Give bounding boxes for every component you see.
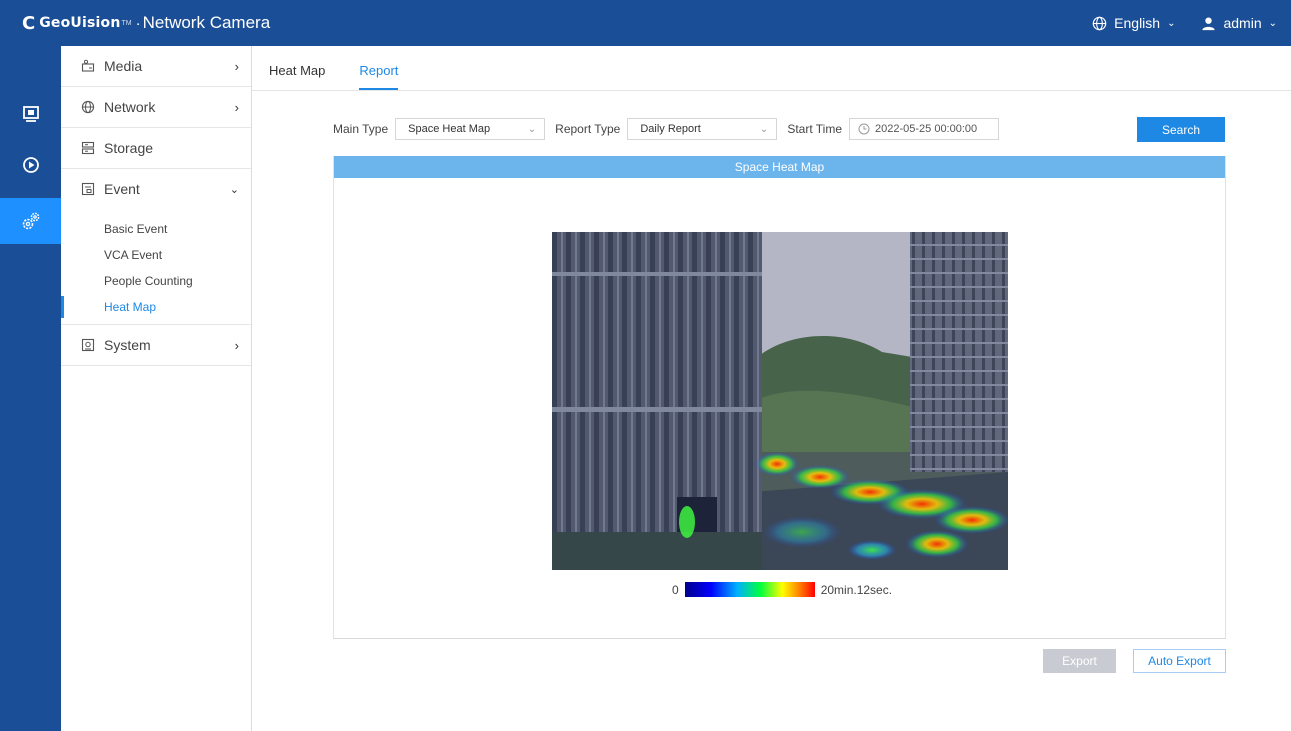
start-time-value: 2022-05-25 00:00:00 xyxy=(875,123,978,135)
settings-sidebar: Media › Network › Storage Event ⌄ Basic … xyxy=(61,46,252,731)
monitor-icon xyxy=(22,106,39,122)
storage-icon xyxy=(81,141,95,155)
top-bar: C GeoUision TM · Network Camera English … xyxy=(0,0,1291,46)
start-time-label: Start Time xyxy=(787,122,842,136)
brand-logo: C GeoUision TM · Network Camera xyxy=(22,13,270,34)
language-selector[interactable]: English ⌄ xyxy=(1092,15,1175,31)
chevron-down-icon: ⌄ xyxy=(229,183,239,196)
sidebar-item-label: Media xyxy=(104,58,143,74)
user-label: admin xyxy=(1223,15,1262,31)
user-icon xyxy=(1202,17,1216,30)
event-submenu: Basic Event VCA Event People Counting He… xyxy=(61,209,251,325)
chevron-down-icon: ⌄ xyxy=(1268,17,1277,29)
logo-mark: C xyxy=(22,12,36,34)
sidebar-item-event[interactable]: Event ⌄ xyxy=(61,169,251,209)
playback-icon xyxy=(22,157,39,173)
rail-live-view[interactable] xyxy=(0,91,61,137)
sidebar-sub-people-counting[interactable]: People Counting xyxy=(61,268,251,294)
sidebar-item-network[interactable]: Network › xyxy=(61,87,251,128)
sidebar-item-label: Event xyxy=(104,181,140,197)
report-type-value: Daily Report xyxy=(640,123,701,135)
tab-heat-map[interactable]: Heat Map xyxy=(269,63,325,90)
main-type-select[interactable]: Space Heat Map ⌄ xyxy=(395,118,546,140)
heat-map-image xyxy=(552,232,1008,570)
icon-rail xyxy=(0,46,61,731)
event-icon xyxy=(81,182,95,196)
export-button[interactable]: Export xyxy=(1043,649,1116,673)
legend-min: 0 xyxy=(672,582,679,597)
chevron-right-icon: › xyxy=(234,99,239,115)
heat-map-legend: 0 20min.12sec. xyxy=(672,582,892,597)
rail-settings[interactable] xyxy=(0,198,61,244)
globe-icon xyxy=(81,100,95,114)
chevron-right-icon: › xyxy=(234,58,239,74)
tab-bar: Heat Map Report xyxy=(252,46,1291,91)
report-type-label: Report Type xyxy=(555,122,621,136)
chevron-down-icon: ⌄ xyxy=(759,123,769,135)
language-label: English xyxy=(1114,15,1161,31)
search-button[interactable]: Search xyxy=(1137,117,1225,142)
camera-icon xyxy=(81,59,95,73)
app-title: Network Camera xyxy=(142,13,271,32)
settings-icon xyxy=(22,212,39,230)
sidebar-sub-basic-event[interactable]: Basic Event xyxy=(61,216,251,242)
sidebar-sub-heat-map[interactable]: Heat Map xyxy=(61,294,251,320)
legend-color-scale xyxy=(684,582,815,597)
sidebar-sub-vca-event[interactable]: VCA Event xyxy=(61,242,251,268)
sidebar-item-system[interactable]: System › xyxy=(61,325,251,366)
tab-report[interactable]: Report xyxy=(359,63,399,90)
legend-max: 20min.12sec. xyxy=(820,582,893,597)
start-time-input[interactable]: 2022-05-25 00:00:00 xyxy=(849,118,999,140)
sidebar-item-storage[interactable]: Storage xyxy=(61,128,251,169)
logo-brand: GeoUision xyxy=(39,15,121,31)
chevron-down-icon: ⌄ xyxy=(527,123,537,135)
sidebar-item-label: Storage xyxy=(104,140,154,156)
sidebar-item-label: Network xyxy=(104,99,156,115)
heat-map-panel: Space Heat Map 0 20min.12sec. xyxy=(333,156,1226,639)
chevron-right-icon: › xyxy=(234,337,239,353)
logo-trademark: TM xyxy=(121,19,132,27)
report-filters: Main Type Space Heat Map ⌄ Report Type D… xyxy=(333,118,999,140)
auto-export-button[interactable]: Auto Export xyxy=(1133,649,1226,673)
main-type-label: Main Type xyxy=(333,122,389,136)
main-content: Heat Map Report Main Type Space Heat Map… xyxy=(252,46,1291,731)
globe-icon xyxy=(1092,16,1107,30)
chevron-down-icon: ⌄ xyxy=(1167,17,1176,29)
report-type-select[interactable]: Daily Report ⌄ xyxy=(627,118,778,140)
logo-separator: · xyxy=(135,14,141,32)
system-icon xyxy=(81,338,95,352)
sidebar-item-media[interactable]: Media › xyxy=(61,46,251,87)
rail-playback[interactable] xyxy=(0,142,61,188)
sidebar-item-label: System xyxy=(104,337,151,353)
user-menu[interactable]: admin ⌄ xyxy=(1201,15,1277,31)
panel-title: Space Heat Map xyxy=(334,156,1225,178)
main-type-value: Space Heat Map xyxy=(408,123,491,135)
clock-icon xyxy=(858,123,870,135)
